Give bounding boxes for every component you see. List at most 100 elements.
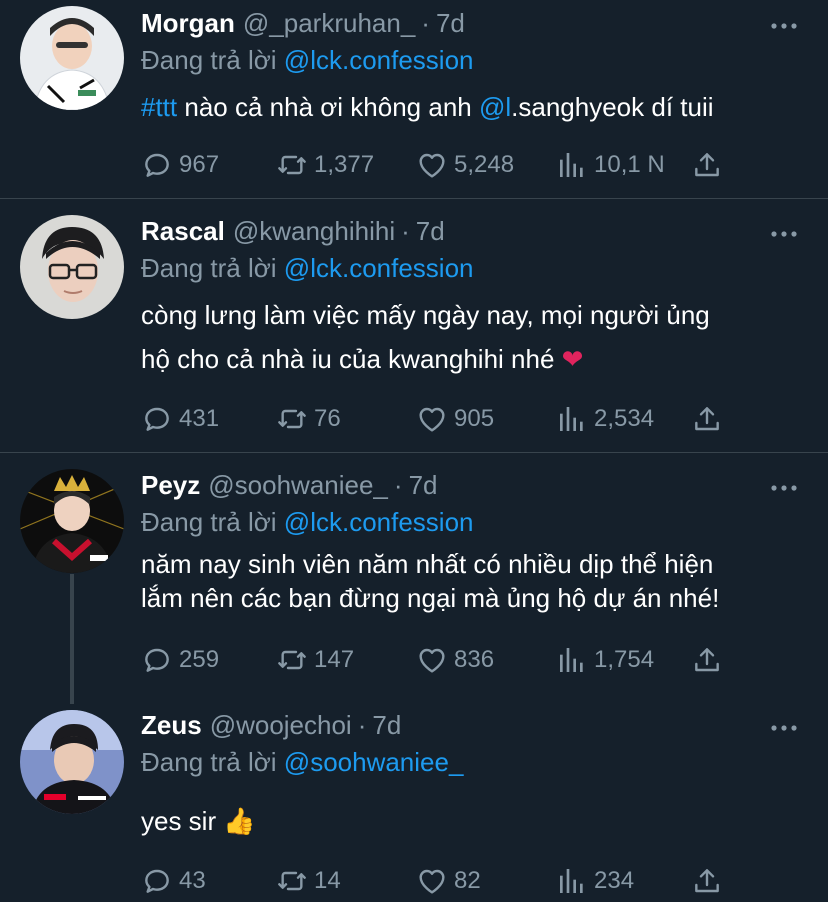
tweet-text: yes sir 👍 xyxy=(141,799,811,843)
share-icon xyxy=(691,644,723,676)
share-button[interactable] xyxy=(691,402,729,436)
text-segment: hộ cho cả nhà iu của kwanghihi nhé xyxy=(141,344,562,374)
separator-dot: · xyxy=(393,470,403,500)
timestamp[interactable]: 7d xyxy=(372,710,401,741)
replying-prefix: Đang trả lời xyxy=(141,747,277,777)
tweet-text: #ttt nào cả nhà ơi không anh @l.sanghyeo… xyxy=(141,85,811,129)
thumbs-up-emoji: 👍 xyxy=(223,806,256,836)
share-button[interactable] xyxy=(691,643,729,677)
avatar-morgan[interactable] xyxy=(20,6,124,110)
more-icon[interactable] xyxy=(770,22,798,30)
views-button[interactable]: 1,754 xyxy=(556,643,654,677)
avatar-zeus[interactable] xyxy=(20,710,124,814)
reply-icon xyxy=(141,865,173,897)
tweet-rascal[interactable]: Rascal @kwanghihihi · 7d Đang trả lời @l… xyxy=(0,199,828,452)
author-name[interactable]: Rascal xyxy=(141,216,225,247)
views-icon xyxy=(556,403,588,435)
text-line: còng lưng làm việc mấy ngày nay, mọi ngư… xyxy=(141,300,710,330)
reply-button[interactable]: 967 xyxy=(141,148,219,182)
tweet-text: còng lưng làm việc mấy ngày nay, mọi ngư… xyxy=(141,293,811,381)
like-button[interactable]: 836 xyxy=(416,643,494,677)
heart-emoji: ❤ xyxy=(561,344,584,374)
text-segment: yes sir xyxy=(141,806,224,836)
timestamp[interactable]: 7d xyxy=(436,8,465,39)
action-bar: 431 76 905 2,534 xyxy=(141,402,741,436)
views-button[interactable]: 10,1 N xyxy=(556,148,665,182)
avatar-peyz[interactable] xyxy=(20,469,124,573)
tweet-peyz[interactable]: Peyz @soohwaniee_ · 7d Đang trả lời @lck… xyxy=(0,453,828,693)
text-segment: nào cả nhà ơi không anh xyxy=(177,92,479,122)
reply-count: 431 xyxy=(179,405,220,432)
views-button[interactable]: 2,534 xyxy=(556,402,654,436)
reply-icon xyxy=(141,149,173,181)
share-icon xyxy=(691,149,723,181)
action-bar: 43 14 82 234 xyxy=(141,864,741,898)
timestamp[interactable]: 7d xyxy=(416,216,445,247)
tweet-text: năm nay sinh viên năm nhất có nhiều dịp … xyxy=(141,547,811,615)
tweet-morgan[interactable]: Morgan @_parkruhan_ · 7d Đang trả lời @l… xyxy=(0,0,828,198)
more-icon[interactable] xyxy=(770,724,798,732)
retweet-button[interactable]: 1,377 xyxy=(276,148,374,182)
retweet-icon xyxy=(276,644,308,676)
view-count: 1,754 xyxy=(594,646,655,673)
replying-mention[interactable]: @soohwaniee_ xyxy=(284,747,464,777)
separator-dot: · xyxy=(357,710,367,740)
author-handle[interactable]: @woojechoi xyxy=(210,710,352,741)
like-button[interactable]: 82 xyxy=(416,864,481,898)
share-button[interactable] xyxy=(691,864,729,898)
more-icon[interactable] xyxy=(770,484,798,492)
author-handle[interactable]: @soohwaniee_ xyxy=(208,470,388,501)
mention-link[interactable]: @l xyxy=(479,92,511,122)
reply-button[interactable]: 43 xyxy=(141,864,206,898)
share-icon xyxy=(691,403,723,435)
reply-count: 967 xyxy=(179,151,220,178)
separator-dot: · xyxy=(421,8,430,38)
author-handle[interactable]: @_parkruhan_ xyxy=(243,8,415,39)
like-icon xyxy=(416,149,448,181)
like-count: 82 xyxy=(454,867,481,894)
timestamp[interactable]: 7d xyxy=(409,470,438,501)
replying-to: Đang trả lời @lck.confession xyxy=(141,507,474,538)
reply-button[interactable]: 259 xyxy=(141,643,219,677)
replying-to: Đang trả lời @soohwaniee_ xyxy=(141,747,463,778)
view-count: 234 xyxy=(594,867,635,894)
like-count: 905 xyxy=(454,405,495,432)
author-name[interactable]: Zeus xyxy=(141,710,202,741)
retweet-count: 14 xyxy=(314,867,341,894)
reply-count: 43 xyxy=(179,867,206,894)
more-icon[interactable] xyxy=(770,230,798,238)
views-icon xyxy=(556,865,588,897)
retweet-button[interactable]: 76 xyxy=(276,402,341,436)
views-icon xyxy=(556,644,588,676)
author-name[interactable]: Morgan xyxy=(141,8,235,39)
retweet-count: 147 xyxy=(314,646,355,673)
tweet-header: Peyz @soohwaniee_ · 7d xyxy=(141,470,438,504)
tweet-header: Morgan @_parkruhan_ · 7d xyxy=(141,8,465,42)
replying-mention[interactable]: @lck.confession xyxy=(284,253,474,283)
views-icon xyxy=(556,149,588,181)
retweet-button[interactable]: 147 xyxy=(276,643,354,677)
author-handle[interactable]: @kwanghihihi xyxy=(233,216,395,247)
reply-icon xyxy=(141,403,173,435)
replying-to: Đang trả lời @lck.confession xyxy=(141,253,474,284)
retweet-button[interactable]: 14 xyxy=(276,864,341,898)
view-count: 10,1 N xyxy=(594,151,665,178)
like-count: 5,248 xyxy=(454,151,515,178)
text-line: năm nay sinh viên năm nhất có nhiều dịp … xyxy=(141,549,714,579)
replying-prefix: Đang trả lời xyxy=(141,45,277,75)
views-button[interactable]: 234 xyxy=(556,864,634,898)
replying-mention[interactable]: @lck.confession xyxy=(284,45,474,75)
tweet-zeus[interactable]: Zeus @woojechoi · 7d Đang trả lời @soohw… xyxy=(0,693,828,902)
retweet-count: 76 xyxy=(314,405,341,432)
reply-button[interactable]: 431 xyxy=(141,402,219,436)
share-button[interactable] xyxy=(691,148,729,182)
reply-icon xyxy=(141,644,173,676)
replying-mention[interactable]: @lck.confession xyxy=(284,507,474,537)
avatar-rascal[interactable] xyxy=(20,215,124,319)
like-button[interactable]: 5,248 xyxy=(416,148,514,182)
like-button[interactable]: 905 xyxy=(416,402,494,436)
hashtag[interactable]: #ttt xyxy=(141,92,177,122)
reply-feed: Morgan @_parkruhan_ · 7d Đang trả lời @l… xyxy=(0,0,828,902)
retweet-icon xyxy=(276,865,308,897)
author-name[interactable]: Peyz xyxy=(141,470,200,501)
